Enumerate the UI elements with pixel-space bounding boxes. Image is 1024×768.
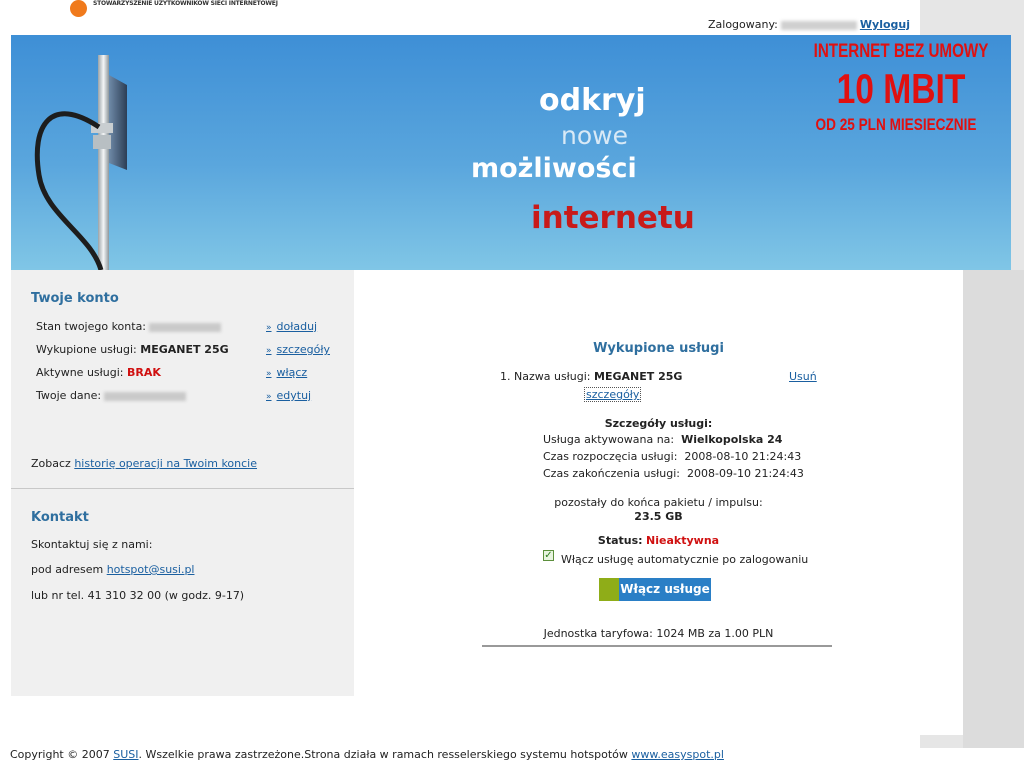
end-value: 2008-09-10 21:24:43 [687,467,804,480]
end-row: Czas zakończenia usługi: 2008-09-10 21:2… [543,467,804,480]
contact-line2-prefix: pod adresem [31,563,104,576]
balance-label: Stan twojego konta: [36,320,147,333]
activated-label: Usługa aktywowana na: [543,433,675,446]
start-row: Czas rozpoczęcia usługi: 2008-08-10 21:2… [543,450,801,463]
promo-line2: 10 MBIT [836,65,966,112]
logo-text: STOWARZYSZENIE UŻYTKOWNIKÓW SIECI INTERN… [93,0,278,7]
services-row: Wykupione usługi: MEGANET 25G [36,343,229,356]
balance-redacted [149,322,222,332]
enable-service-label: Włącz usługe [620,582,710,596]
logo-icon [70,0,87,17]
main-content: Wykupione usługi 1. Nazwa usługi: MEGANE… [354,270,963,735]
data-label: Twoje dane: [36,389,102,402]
main-divider [482,645,832,647]
arrow-right-icon: » [266,323,272,333]
service-details-link[interactable]: szczegóły [584,387,642,402]
start-value: 2008-08-10 21:24:43 [684,450,802,463]
logout-link[interactable]: Wyloguj [860,18,910,31]
sidebar-divider [11,488,354,489]
end-label: Czas zakończenia usługi: [543,467,681,480]
status-label: Status: [597,534,643,547]
services-details-label: szczegóły [276,343,330,356]
contact-title: Kontakt [31,510,89,525]
active-label: Aktywne usługi: [36,366,124,379]
status-value: Nieaktywna [646,534,720,547]
right-frame-inner [963,270,1024,748]
account-title: Twoje konto [31,291,119,306]
active-value: BRAK [127,366,161,379]
main-title: Wykupione usługi [593,341,724,356]
promo-line1: INTERNET BEZ UMOWY [813,41,989,62]
contact-line2: pod adresem hotspot@susi.pl [31,563,194,576]
enable-link[interactable]: » włącz [266,366,307,379]
tariff-info: Jednostka taryfowa: 1024 MB za 1.00 PLN [543,627,774,640]
service-name-label: 1. Nazwa usługi: [500,370,591,383]
active-row: Aktywne usługi: BRAK [36,366,161,379]
slogan-line2: nowe [561,121,628,150]
contact-line1: Skontaktuj się z nami: [31,538,153,551]
topup-label: doładuj [276,320,318,333]
copyright-middle: . Wszelkie prawa zastrzeżone.Strona dzia… [138,748,628,761]
logged-label: Zalogowany: [707,18,778,31]
history-link[interactable]: historię operacji na Twoim koncie [74,457,257,470]
username-redacted [780,20,857,30]
slogan-line4: internetu [531,200,695,236]
history-row: Zobacz historię operacji na Twoim koncie [31,457,257,470]
services-value: MEGANET 25G [140,343,229,356]
topup-link[interactable]: » doładuj [266,320,317,333]
banner: odkryj nowe możliwości internetu INTERNE… [11,35,1011,270]
activated-value: Wielkopolska 24 [681,433,783,446]
data-row: Twoje dane: [36,389,187,402]
arrow-right-icon: » [266,346,272,356]
data-redacted [104,391,187,401]
auto-enable-checkbox[interactable]: ✓ [543,550,554,561]
slogan-line3: możliwości [471,153,637,184]
services-details-link[interactable]: » szczegóły [266,343,330,356]
contact-email-link[interactable]: hotspot@susi.pl [107,563,195,576]
status-row: Status: Nieaktywna [354,534,963,547]
activated-row: Usługa aktywowana na: Wielkopolska 24 [543,433,782,446]
slogan-line1: odkryj [539,83,646,118]
edit-link[interactable]: » edytuj [266,389,311,402]
susi-link[interactable]: SUSI [113,748,138,761]
remaining-value: 23.5 GB [634,510,683,523]
service-item: 1. Nazwa usługi: MEGANET 25G [500,370,682,383]
start-label: Czas rozpoczęcia usługi: [543,450,678,463]
service-name-value: MEGANET 25G [594,370,683,383]
sidebar: Twoje konto Stan twojego konta: » doładuj… [11,270,354,696]
easyspot-link[interactable]: www.easyspot.pl [631,748,724,761]
remaining-label: pozostały do końca pakietu / impulsu: [554,496,763,509]
arrow-right-icon: » [266,392,272,402]
auto-enable-label: Włącz usługę automatycznie po zalogowani… [561,553,809,566]
balance-row: Stan twojego konta: [36,320,222,333]
copyright-prefix: Copyright © 2007 [10,748,110,761]
services-label: Wykupione usługi: [36,343,137,356]
promo-line3: OD 25 PLN MIESIECZNIE [815,115,977,134]
arrow-right-icon: » [266,369,272,379]
history-prefix: Zobacz [31,457,71,470]
login-bar: Zalogowany: Wyloguj [708,18,910,31]
edit-label: edytuj [276,389,312,402]
service-remove-link[interactable]: Usuń [789,370,817,383]
details-title: Szczegóły usługi: [604,417,713,430]
contact-line3: lub nr tel. 41 310 32 00 (w godz. 9-17) [31,589,245,602]
enable-service-button[interactable]: Włącz usługe [599,578,711,601]
enable-label: włącz [276,366,308,379]
button-accent [599,578,619,601]
footer: Copyright © 2007 SUSI. Wszelkie prawa za… [10,748,724,761]
